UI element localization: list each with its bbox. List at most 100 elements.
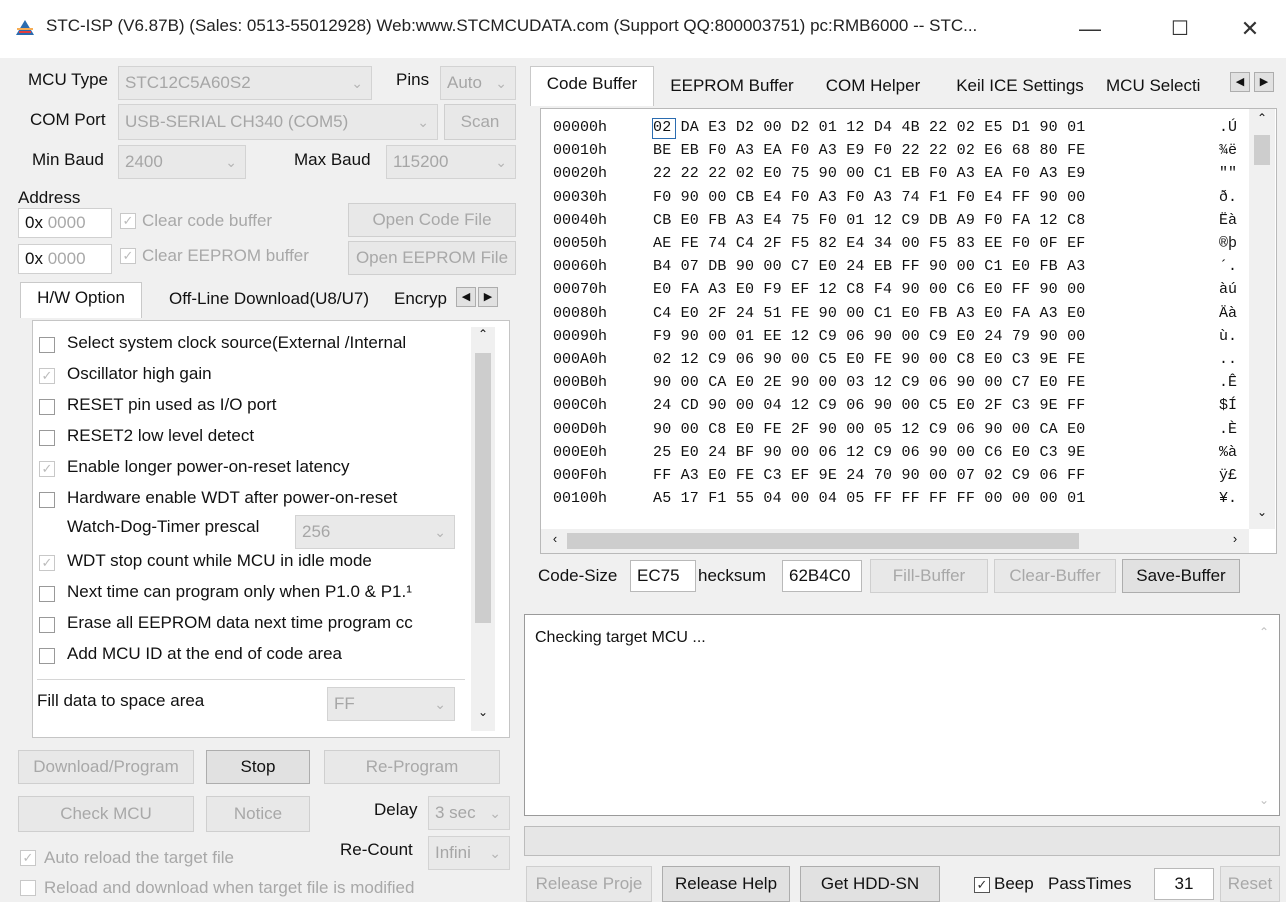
scrollbar-thumb[interactable]	[1254, 135, 1270, 165]
fill-buffer-button[interactable]: Fill-Buffer	[870, 559, 988, 593]
hex-bytes: A5 17 F1 55 04 00 04 05 FF FF FF FF 00 0…	[653, 490, 1086, 508]
hex-bytes: 22 22 22 02 E0 75 90 00 C1 EB F0 A3 EA F…	[653, 165, 1086, 183]
clear-eeprom-checkbox[interactable]: ✓	[120, 248, 136, 264]
code-buffer-hex-view[interactable]: 00000h 02 DA E3 D2 00 D2 01 12 D4 4B 22 0…	[540, 108, 1277, 554]
log-output[interactable]: Checking target MCU ... ⌃ ⌄	[524, 614, 1280, 816]
pins-select[interactable]: Auto ⌄	[440, 66, 516, 100]
scroll-left-icon[interactable]: ‹	[545, 531, 565, 551]
checkbox[interactable]	[39, 337, 55, 353]
hex-address: 000A0h	[553, 351, 608, 368]
close-button[interactable]: ✕	[1228, 12, 1272, 46]
maximize-button[interactable]: ☐	[1158, 12, 1202, 46]
checkbox[interactable]	[39, 617, 55, 633]
beep-checkbox[interactable]: ✓	[974, 877, 990, 893]
hex-ascii: ¾ë	[1219, 142, 1238, 160]
hex-bytes: C4 E0 2F 24 51 FE 90 00 C1 E0 FB A3 E0 F…	[653, 304, 1086, 322]
hex-address: 00070h	[553, 281, 608, 299]
tab-com-helper[interactable]: COM Helper	[812, 72, 934, 102]
release-help-button[interactable]: Release Help	[662, 866, 790, 902]
hex-address: 00090h	[553, 327, 608, 345]
checkbox[interactable]	[39, 586, 55, 602]
re-program-button[interactable]: Re-Program	[324, 750, 500, 784]
option-label: Select system clock source(External /Int…	[67, 333, 407, 352]
scroll-up-icon[interactable]: ⌃	[1259, 625, 1269, 639]
hex-bytes: B4 07 DB 90 00 C7 E0 24 EB FF 90 00 C1 E…	[653, 258, 1086, 276]
hex-address: 00030h	[553, 188, 608, 206]
notice-button[interactable]: Notice	[206, 796, 310, 832]
chevron-down-icon: ⌄	[489, 805, 501, 821]
option-label: RESET2 low level detect	[67, 426, 255, 445]
tab-code-buffer[interactable]: Code Buffer	[530, 66, 654, 106]
check-mcu-button[interactable]: Check MCU	[18, 796, 194, 832]
tab-scroll-left-button[interactable]: ◀	[1230, 72, 1250, 92]
tab-keil-ice-settings[interactable]: Keil ICE Settings	[938, 72, 1102, 102]
get-hdd-sn-button[interactable]: Get HDD-SN	[800, 866, 940, 902]
open-code-file-button[interactable]: Open Code File	[348, 203, 516, 237]
scrollbar-thumb[interactable]	[475, 353, 491, 623]
mcu-type-select[interactable]: STC12C5A60S2 ⌄	[118, 66, 372, 100]
hex-bytes: E0 FA A3 E0 F9 EF 12 C8 F4 90 00 C6 E0 F…	[653, 281, 1086, 299]
download-program-button[interactable]: Download/Program	[18, 750, 194, 784]
tab-scroll-right-button[interactable]: ▶	[478, 287, 498, 307]
hex-ascii: ®þ	[1219, 235, 1238, 252]
pass-times-field: 31	[1154, 868, 1214, 900]
eeprom-address-input[interactable]: 0x 0000	[18, 244, 112, 274]
save-buffer-button[interactable]: Save-Buffer	[1122, 559, 1240, 593]
options-scrollbar[interactable]: ⌃ ⌄	[471, 327, 495, 731]
hex-address: 00010h	[553, 142, 608, 160]
stop-button[interactable]: Stop	[206, 750, 310, 784]
wdt-prescale-value: 256	[302, 522, 331, 541]
tab-scroll-left-button[interactable]: ◀	[456, 287, 476, 307]
checkbox[interactable]	[39, 648, 55, 664]
reset-button[interactable]: Reset	[1220, 866, 1280, 902]
release-project-button[interactable]: Release Proje	[526, 866, 652, 902]
scroll-down-icon[interactable]: ⌄	[471, 705, 495, 727]
option-label: RESET pin used as I/O port	[67, 395, 277, 414]
checkbox[interactable]	[39, 492, 55, 508]
recount-select[interactable]: Infini ⌄	[428, 836, 510, 870]
scroll-down-icon[interactable]: ⌄	[1259, 793, 1269, 807]
checkbox[interactable]	[39, 399, 55, 415]
tab-offline-download[interactable]: Off-Line Download(U8/U7)	[146, 286, 392, 316]
minimize-button[interactable]: —	[1068, 12, 1112, 46]
option-label: Enable longer power-on-reset latency	[67, 457, 350, 476]
tab-eeprom-buffer[interactable]: EEPROM Buffer	[656, 72, 808, 102]
scroll-up-icon[interactable]: ⌃	[1249, 111, 1275, 131]
tab-encrypt[interactable]: Encryp	[394, 286, 454, 316]
scroll-up-icon[interactable]: ⌃	[471, 327, 495, 349]
checkbox[interactable]: ✓	[39, 368, 55, 384]
tab-mcu-selection[interactable]: MCU Selecti	[1106, 72, 1216, 102]
auto-reload-checkbox[interactable]: ✓	[20, 850, 36, 866]
hex-hscrollbar[interactable]: ‹ ›	[541, 529, 1249, 553]
com-port-select[interactable]: USB-SERIAL CH340 (COM5) ⌄	[118, 104, 438, 140]
max-baud-select[interactable]: 115200 ⌄	[386, 145, 516, 179]
checkbox[interactable]	[39, 430, 55, 446]
max-baud-value: 115200	[393, 152, 449, 171]
checkbox[interactable]: ✓	[39, 461, 55, 477]
scroll-right-icon[interactable]: ›	[1225, 531, 1245, 551]
min-baud-select[interactable]: 2400 ⌄	[118, 145, 246, 179]
scroll-down-icon[interactable]: ⌄	[1249, 505, 1275, 525]
delay-select[interactable]: 3 sec ⌄	[428, 796, 510, 830]
log-text: Checking target MCU ...	[535, 629, 706, 646]
open-eeprom-file-button[interactable]: Open EEPROM File	[348, 241, 516, 275]
checkbox[interactable]: ✓	[39, 555, 55, 571]
scan-button[interactable]: Scan	[444, 104, 516, 140]
reload-modified-checkbox[interactable]	[20, 880, 36, 896]
tab-hw-option[interactable]: H/W Option	[20, 282, 142, 318]
pass-times-label: PassTimes	[1048, 874, 1132, 893]
tab-scroll-right-button[interactable]: ▶	[1254, 72, 1274, 92]
clear-buffer-button[interactable]: Clear-Buffer	[994, 559, 1116, 593]
clear-code-checkbox[interactable]: ✓	[120, 213, 136, 229]
code-address-input[interactable]: 0x 0000	[18, 208, 112, 238]
chevron-down-icon: ⌄	[495, 154, 507, 170]
hex-address: 000D0h	[553, 420, 608, 438]
hex-vscrollbar[interactable]: ⌃ ⌄	[1249, 109, 1275, 529]
wdt-prescale-select[interactable]: 256 ⌄	[295, 515, 455, 549]
fill-data-select[interactable]: FF ⌄	[327, 687, 455, 721]
scrollbar-thumb[interactable]	[567, 533, 1079, 549]
hex-bytes: 24 CD 90 00 04 12 C9 06 90 00 C5 E0 2F C…	[653, 397, 1086, 415]
option-label: Erase all EEPROM data next time program …	[67, 613, 413, 632]
hex-address: 00050h	[553, 235, 608, 252]
hex-address: 00060h	[553, 258, 608, 276]
